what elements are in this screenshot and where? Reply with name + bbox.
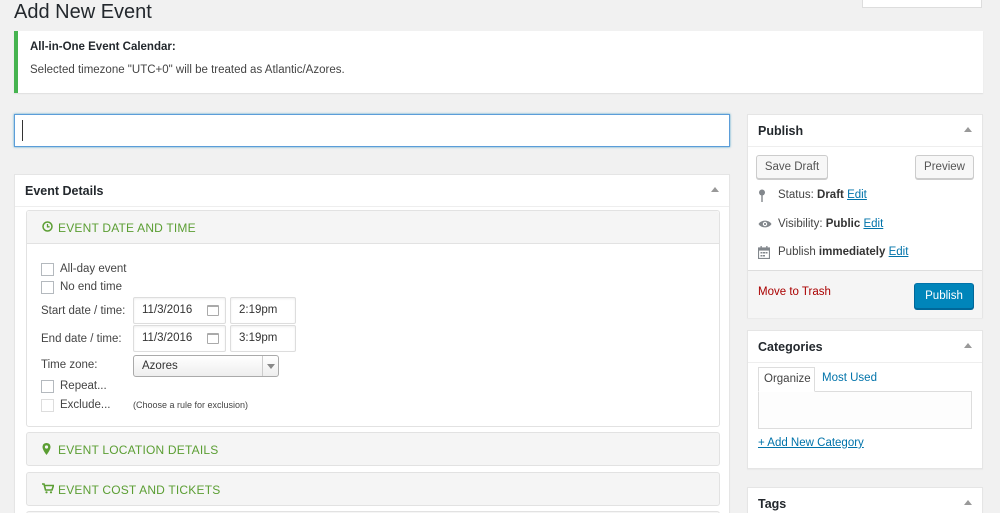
- eye-icon: [758, 218, 772, 232]
- event-title-input[interactable]: [14, 114, 730, 147]
- publish-actions: Move to Trash Publish: [748, 270, 982, 318]
- screen-options-tab[interactable]: [862, 0, 982, 8]
- date-time-section-header[interactable]: EVENT DATE AND TIME: [27, 211, 719, 244]
- end-date-value: 11/3/2016: [142, 332, 193, 344]
- end-time-value: 3:19pm: [239, 332, 278, 344]
- cost-section-header[interactable]: EVENT COST AND TICKETS: [26, 472, 720, 506]
- publish-time-label: Publish: [778, 246, 816, 258]
- event-details-title: Event Details: [25, 184, 104, 198]
- categories-title: Categories: [758, 340, 823, 354]
- text-caret: [22, 120, 23, 141]
- calendar-icon: [757, 246, 772, 262]
- collapse-arrow-icon[interactable]: [711, 187, 719, 192]
- chevron-down-icon: [262, 356, 278, 376]
- start-date-value: 11/3/2016: [142, 304, 193, 316]
- start-date-input[interactable]: 11/3/2016: [133, 297, 226, 324]
- publish-header[interactable]: Publish: [748, 115, 982, 147]
- all-day-checkbox[interactable]: [41, 263, 54, 276]
- status-label: Status:: [778, 189, 814, 201]
- calendar-icon[interactable]: [207, 333, 219, 344]
- notice-message: Selected timezone "UTC+0" will be treate…: [30, 64, 345, 76]
- categories-header[interactable]: Categories: [748, 331, 982, 363]
- tags-box: Tags: [747, 487, 983, 513]
- preview-button[interactable]: Preview: [915, 155, 974, 179]
- tab-most-used[interactable]: Most Used: [822, 372, 877, 384]
- save-draft-button[interactable]: Save Draft: [756, 155, 828, 179]
- tags-title: Tags: [758, 497, 787, 511]
- collapse-arrow-icon[interactable]: [964, 500, 972, 505]
- exclude-label: Exclude...: [60, 399, 111, 411]
- start-time-value: 2:19pm: [239, 304, 278, 316]
- category-list: [758, 391, 972, 429]
- all-day-label: All-day event: [60, 263, 127, 275]
- collapse-arrow-icon[interactable]: [964, 127, 972, 132]
- location-section-title: EVENT LOCATION DETAILS: [58, 443, 219, 457]
- location-section-header[interactable]: EVENT LOCATION DETAILS: [26, 432, 720, 466]
- end-time-input[interactable]: 3:19pm: [230, 325, 296, 352]
- timezone-select[interactable]: Azores: [133, 355, 279, 377]
- notice-heading: All-in-One Event Calendar:: [30, 41, 176, 53]
- date-time-section: EVENT DATE AND TIME All-day event No end…: [26, 210, 720, 427]
- repeat-label: Repeat...: [60, 380, 107, 392]
- clock-icon: [42, 221, 53, 235]
- page-title: Add New Event: [14, 1, 152, 23]
- cost-section-title: EVENT COST AND TICKETS: [58, 483, 221, 497]
- event-details-header[interactable]: Event Details: [15, 175, 729, 207]
- calendar-icon[interactable]: [207, 305, 219, 316]
- shopping-cart-icon: [42, 483, 55, 497]
- timezone-value: Azores: [142, 360, 178, 372]
- status-value: Draft: [817, 189, 844, 201]
- publish-time-value: immediately: [818, 246, 886, 258]
- event-details-box: Event Details EVENT DATE AND TIME All-da…: [14, 174, 730, 513]
- publish-box: Publish Save Draft Preview Status: Draft…: [747, 114, 983, 318]
- publish-button[interactable]: Publish: [914, 283, 974, 309]
- collapse-arrow-icon[interactable]: [964, 343, 972, 348]
- timezone-notice: All-in-One Event Calendar: Selected time…: [14, 31, 983, 93]
- add-new-category-link[interactable]: + Add New Category: [758, 437, 864, 449]
- visibility-label: Visibility:: [778, 218, 823, 230]
- visibility-value: Public: [825, 218, 861, 230]
- exclude-hint: (Choose a rule for exclusion): [133, 400, 249, 410]
- edit-visibility-link[interactable]: Edit: [863, 218, 883, 230]
- tab-organize[interactable]: Organize: [758, 367, 815, 392]
- move-to-trash-link[interactable]: Move to Trash: [758, 286, 831, 298]
- tags-header[interactable]: Tags: [748, 488, 982, 513]
- no-end-time-label: No end time: [60, 281, 123, 293]
- no-end-time-checkbox[interactable]: [41, 281, 54, 294]
- publish-title: Publish: [758, 124, 804, 138]
- repeat-checkbox[interactable]: [41, 380, 54, 393]
- end-date-input[interactable]: 11/3/2016: [133, 325, 226, 352]
- timezone-label: Time zone:: [41, 359, 98, 371]
- map-marker-icon: [42, 443, 51, 458]
- pin-icon: [758, 189, 772, 205]
- date-time-section-title: EVENT DATE AND TIME: [58, 221, 196, 235]
- categories-box: Categories Organize Most Used + Add New …: [747, 330, 983, 469]
- edit-publish-time-link[interactable]: Edit: [889, 246, 909, 258]
- edit-status-link[interactable]: Edit: [847, 189, 867, 201]
- end-date-label: End date / time:: [41, 333, 122, 345]
- start-time-input[interactable]: 2:19pm: [230, 297, 296, 324]
- category-tabs: Organize Most Used: [758, 367, 972, 429]
- exclude-checkbox[interactable]: [41, 399, 54, 412]
- start-date-label: Start date / time:: [41, 305, 126, 317]
